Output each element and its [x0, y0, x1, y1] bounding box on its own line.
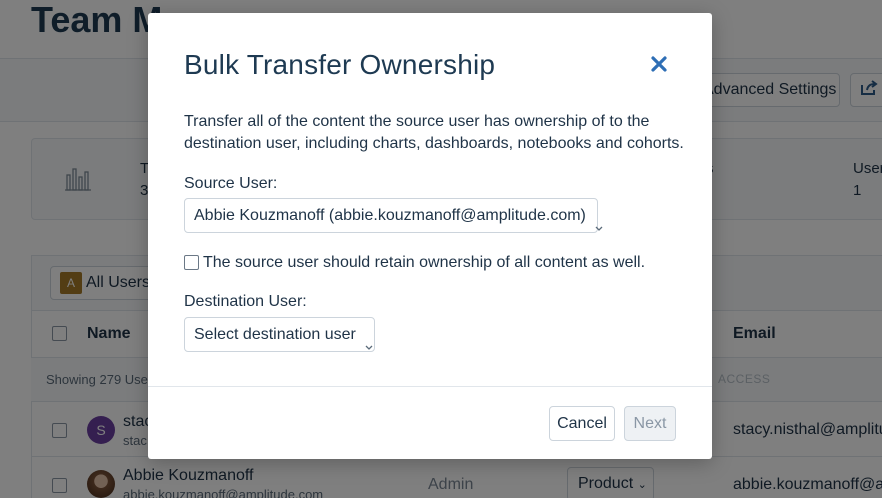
- bulk-transfer-dialog: Bulk Transfer Ownership Transfer all of …: [148, 13, 712, 459]
- source-user-value: Abbie Kouzmanoff (abbie.kouzmanoff@ampli…: [194, 207, 586, 224]
- destination-user-label: Destination User:: [184, 293, 307, 310]
- cancel-button[interactable]: Cancel: [549, 406, 615, 441]
- retain-ownership-label[interactable]: The source user should retain ownership …: [203, 254, 645, 272]
- retain-ownership-checkbox[interactable]: [184, 255, 199, 270]
- dialog-description: Transfer all of the content the source u…: [184, 113, 684, 152]
- destination-user-placeholder: Select destination user: [194, 326, 356, 343]
- chevron-down-icon: [364, 331, 374, 350]
- chevron-down-icon: [594, 212, 604, 231]
- close-button[interactable]: [648, 53, 670, 75]
- destination-user-select[interactable]: Select destination user: [184, 317, 375, 352]
- close-icon: [648, 56, 670, 79]
- next-button[interactable]: Next: [624, 406, 676, 441]
- source-user-label: Source User:: [184, 175, 278, 192]
- dialog-footer-divider: [148, 386, 712, 387]
- dialog-title: Bulk Transfer Ownership: [184, 49, 496, 80]
- source-user-select[interactable]: Abbie Kouzmanoff (abbie.kouzmanoff@ampli…: [184, 198, 603, 233]
